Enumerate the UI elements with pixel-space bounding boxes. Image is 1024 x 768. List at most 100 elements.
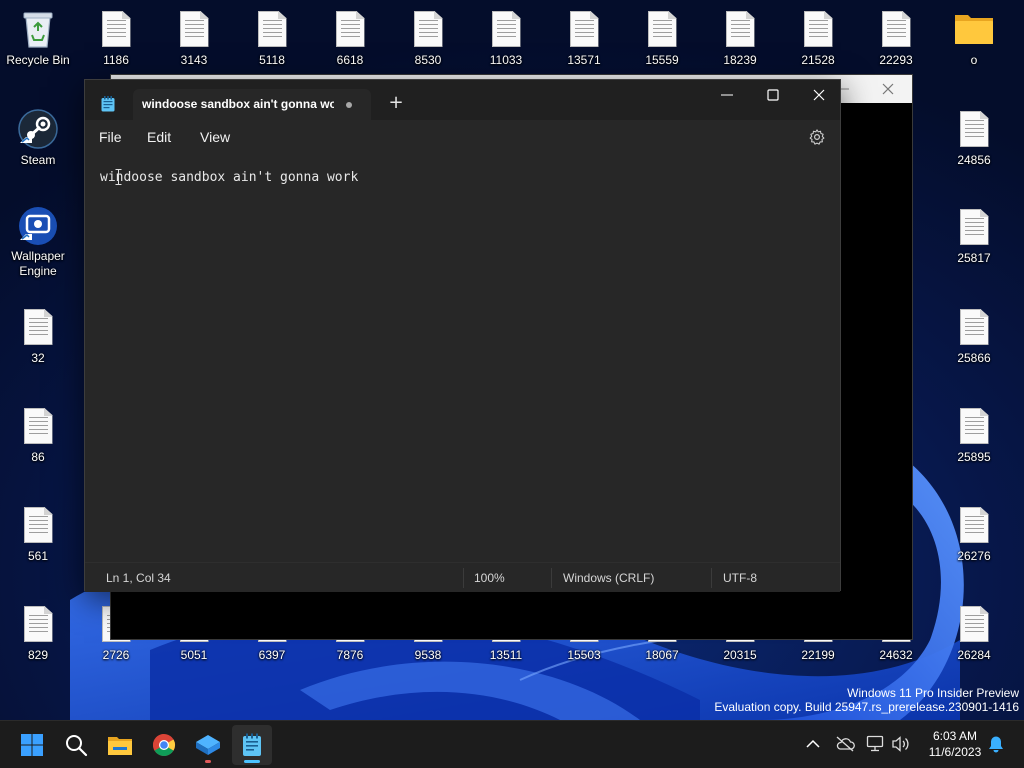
notepad-titlebar[interactable]: windoose sandbox ain't gonna wor + xyxy=(85,80,840,120)
sandbox-button[interactable] xyxy=(188,725,228,765)
cursor-position[interactable]: Ln 1, Col 34 xyxy=(106,571,171,585)
desktop-icon-24856[interactable]: 24856 xyxy=(936,102,1012,180)
desktop-icon-o[interactable]: o xyxy=(936,2,1012,80)
desktop-icon-label: 1186 xyxy=(103,53,129,67)
text-file-icon xyxy=(18,405,58,447)
maximize-button[interactable] xyxy=(750,80,796,110)
text-editor[interactable]: windoose sandbox ain't gonna work xyxy=(85,156,840,562)
desktop-icon-32[interactable]: 32 xyxy=(0,300,76,378)
notepad-window[interactable]: windoose sandbox ain't gonna wor + File … xyxy=(84,79,841,592)
desktop-icon-label: o xyxy=(970,53,978,67)
minimize-icon xyxy=(721,94,733,96)
sandbox-icon xyxy=(196,735,220,755)
unsaved-dot-icon[interactable] xyxy=(346,102,352,108)
desktop-icon-label: 5118 xyxy=(259,53,285,67)
desktop-icon-label: 25895 xyxy=(957,450,991,464)
file-explorer-button[interactable] xyxy=(100,725,140,765)
menu-file[interactable]: File xyxy=(99,129,122,145)
close-icon xyxy=(813,89,825,101)
text-file-icon xyxy=(954,306,994,348)
desktop-icon-86[interactable]: 86 xyxy=(0,399,76,477)
text-file-icon xyxy=(876,8,916,50)
text-file-icon xyxy=(720,8,760,50)
desktop-icon-label: 3143 xyxy=(180,53,208,67)
menu-edit[interactable]: Edit xyxy=(147,129,171,145)
desktop-icon-label: 22199 xyxy=(801,648,835,662)
running-indicator xyxy=(205,760,211,763)
text-cursor-icon xyxy=(115,169,122,185)
notifications-button[interactable] xyxy=(986,734,1006,754)
document-text[interactable]: windoose sandbox ain't gonna work xyxy=(100,170,358,185)
zoom-level[interactable]: 100% xyxy=(474,571,505,585)
desktop-icon-25817[interactable]: 25817 xyxy=(936,200,1012,278)
onedrive-tray-button[interactable] xyxy=(835,734,855,754)
line-ending[interactable]: Windows (CRLF) xyxy=(563,571,654,585)
desktop-icon-label: 13571 xyxy=(567,53,601,67)
desktop-icon-steam[interactable]: Steam xyxy=(0,102,76,180)
status-divider xyxy=(551,568,552,588)
desktop-icon-label: 15559 xyxy=(645,53,679,67)
close-button[interactable] xyxy=(796,80,842,110)
desktop-icon-6618[interactable]: 6618 xyxy=(312,2,388,80)
desktop-icon-label: 24632 xyxy=(879,648,913,662)
desktop-icon-label: 829 xyxy=(27,648,49,662)
text-file-icon xyxy=(174,8,214,50)
clock-time: 6:03 AM xyxy=(932,729,978,743)
text-file-icon xyxy=(252,8,292,50)
background-close-button[interactable] xyxy=(865,75,911,103)
notepad-icon xyxy=(243,733,261,756)
chrome-icon xyxy=(153,734,175,756)
desktop-icon-21528[interactable]: 21528 xyxy=(780,2,856,80)
desktop-icon-3143[interactable]: 3143 xyxy=(156,2,232,80)
settings-gear-icon[interactable] xyxy=(808,128,826,146)
minimize-button[interactable] xyxy=(704,80,750,110)
desktop-icon-label: 22293 xyxy=(879,53,913,67)
volume-tray-button[interactable] xyxy=(891,734,911,754)
file-explorer-icon xyxy=(108,737,132,755)
desktop-icon-1186[interactable]: 1186 xyxy=(78,2,154,80)
menu-view[interactable]: View xyxy=(200,129,230,145)
desktop-icon-label: Wallpaper Engine xyxy=(11,249,65,278)
desktop-icon-26284[interactable]: 26284 xyxy=(936,597,1012,675)
clock[interactable]: 6:03 AM 11/6/2023 xyxy=(918,728,992,760)
desktop-icon-829[interactable]: 829 xyxy=(0,597,76,675)
encoding[interactable]: UTF-8 xyxy=(723,571,757,585)
status-divider xyxy=(463,568,464,588)
desktop-icon-5118[interactable]: 5118 xyxy=(234,2,310,80)
start-button[interactable] xyxy=(12,725,52,765)
notepad-tab[interactable]: windoose sandbox ain't gonna wor xyxy=(133,89,371,120)
chrome-button[interactable] xyxy=(144,725,184,765)
network-tray-button[interactable] xyxy=(866,734,886,754)
notepad-taskbar-button[interactable] xyxy=(232,725,272,765)
new-tab-button[interactable]: + xyxy=(385,92,407,114)
text-file-icon xyxy=(954,504,994,546)
desktop-icon-11033[interactable]: 11033 xyxy=(468,2,544,80)
desktop-icon-25866[interactable]: 25866 xyxy=(936,300,1012,378)
text-file-icon xyxy=(486,8,526,50)
desktop-icon-label: 18067 xyxy=(645,648,679,662)
desktop-icon-22293[interactable]: 22293 xyxy=(858,2,934,80)
desktop-icon-label: 13511 xyxy=(489,648,523,662)
desktop-icon-18239[interactable]: 18239 xyxy=(702,2,778,80)
desktop-icon-label: 26276 xyxy=(957,549,991,563)
start-icon xyxy=(21,734,43,756)
desktop-icon-wallpaper-engine[interactable]: Wallpaper Engine xyxy=(0,200,76,278)
desktop-icon-15559[interactable]: 15559 xyxy=(624,2,700,80)
desktop-icon-13571[interactable]: 13571 xyxy=(546,2,622,80)
text-file-icon xyxy=(18,504,58,546)
watermark-edition: Windows 11 Pro Insider Preview xyxy=(847,686,1019,700)
close-icon xyxy=(882,83,894,95)
desktop-icon-label: 9538 xyxy=(414,648,442,662)
text-file-icon xyxy=(18,306,58,348)
notepad-app-icon xyxy=(101,96,115,112)
desktop-icon-561[interactable]: 561 xyxy=(0,498,76,576)
search-button[interactable] xyxy=(56,725,96,765)
desktop-icon-8530[interactable]: 8530 xyxy=(390,2,466,80)
desktop-icon-26276[interactable]: 26276 xyxy=(936,498,1012,576)
status-divider xyxy=(711,568,712,588)
desktop-icon-25895[interactable]: 25895 xyxy=(936,399,1012,477)
desktop-icon-recycle-bin[interactable]: Recycle Bin xyxy=(0,2,76,80)
desktop-icon-label: 11033 xyxy=(489,53,523,67)
text-file-icon xyxy=(642,8,682,50)
show-hidden-icons-button[interactable] xyxy=(803,734,823,754)
